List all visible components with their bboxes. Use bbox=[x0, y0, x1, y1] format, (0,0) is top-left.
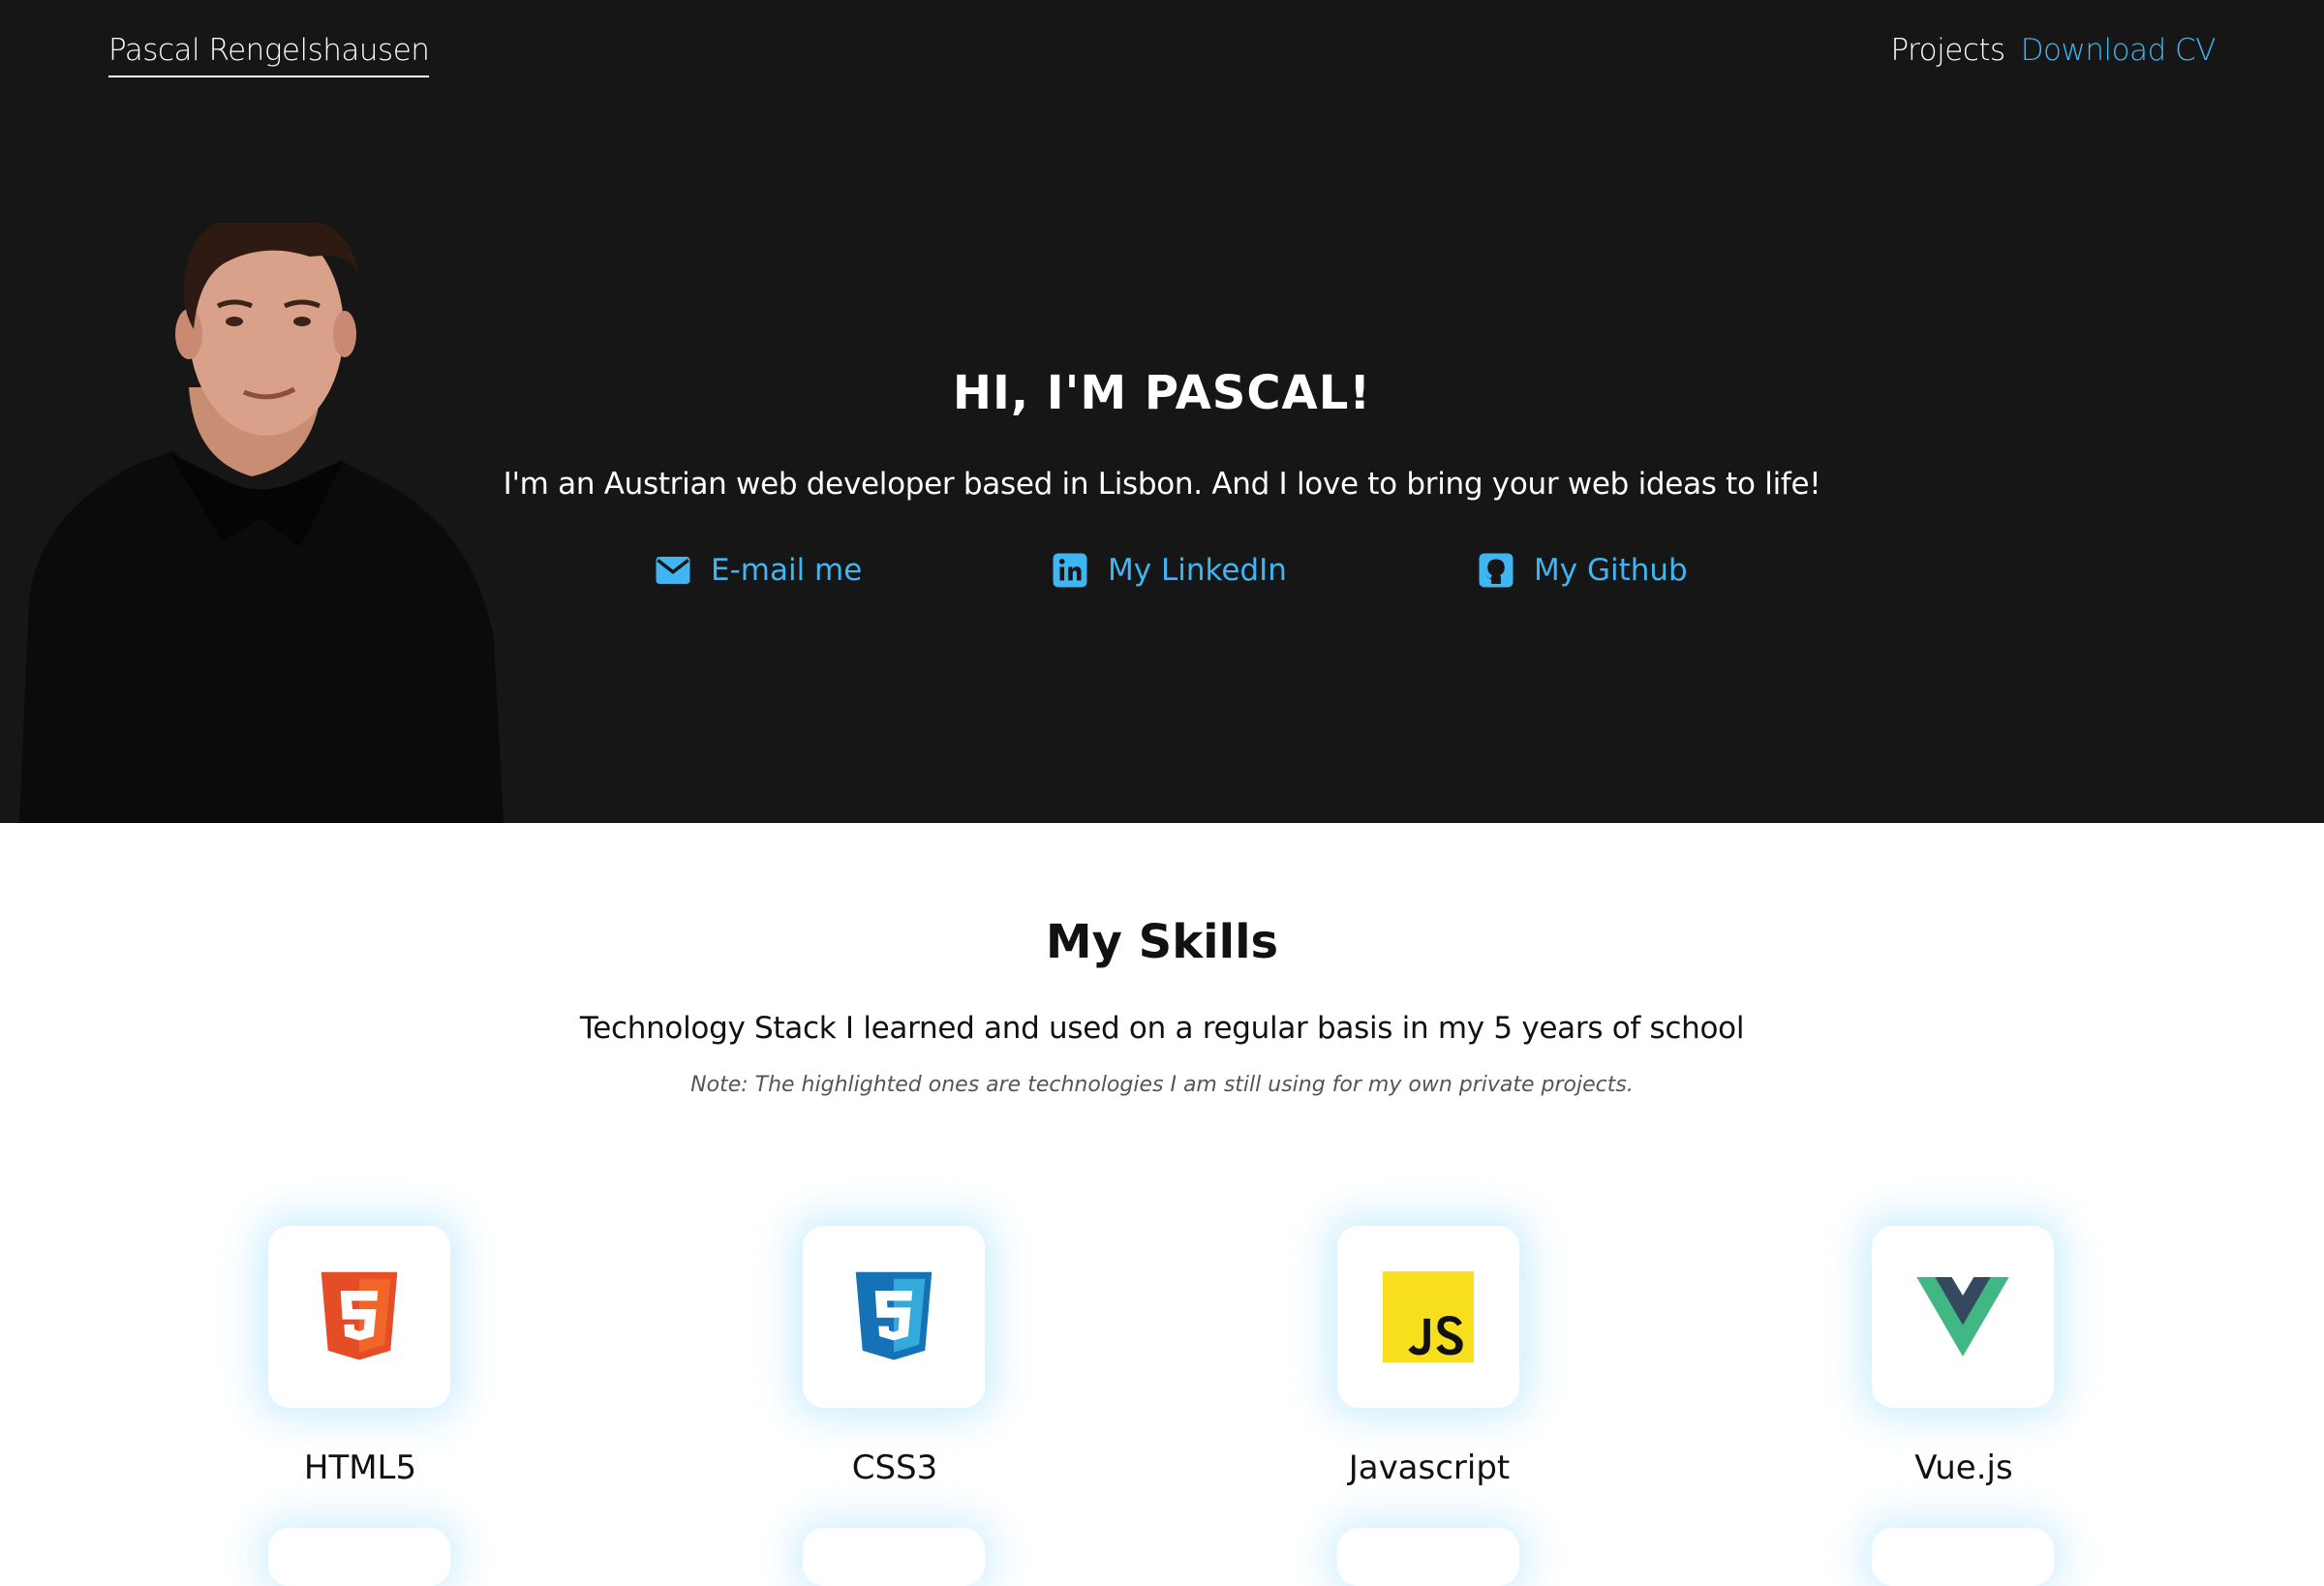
skill-label: HTML5 bbox=[303, 1449, 417, 1487]
skill-card-next-row bbox=[1872, 1528, 2054, 1586]
skills-note: Note: The highlighted ones are technolog… bbox=[690, 1073, 1634, 1097]
skill-label: Javascript bbox=[1348, 1449, 1511, 1487]
skill-card-next-row bbox=[1337, 1528, 1519, 1586]
nav-download-cv-link[interactable]: Download CV bbox=[2021, 33, 2217, 68]
css3-icon bbox=[855, 1271, 933, 1360]
top-nav: Projects Download CV bbox=[1890, 33, 2216, 68]
skill-card-box bbox=[268, 1226, 450, 1408]
github-link[interactable]: My Github bbox=[1476, 550, 1688, 591]
skill-label: CSS3 bbox=[851, 1449, 938, 1487]
skill-card-box bbox=[803, 1226, 985, 1408]
skill-card-box bbox=[1872, 1226, 2054, 1408]
github-icon bbox=[1476, 550, 1516, 591]
html5-icon bbox=[321, 1271, 398, 1360]
skills-title: My Skills bbox=[1045, 915, 1279, 969]
linkedin-icon bbox=[1050, 550, 1090, 591]
skills-subtitle: Technology Stack I learned and used on a… bbox=[579, 1011, 1745, 1046]
hero-title: HI, I'M PASCAL! bbox=[952, 366, 1372, 420]
email-link[interactable]: E-mail me bbox=[653, 550, 862, 591]
skill-label: Vue.js bbox=[1914, 1449, 2013, 1487]
email-link-label: E-mail me bbox=[711, 553, 863, 588]
skill-card-next-row bbox=[803, 1528, 985, 1586]
skill-card-html5: HTML5 bbox=[268, 1226, 452, 1487]
github-link-label: My Github bbox=[1534, 553, 1688, 588]
hero-section: Pascal Rengelshausen Projects Download C… bbox=[0, 0, 2324, 823]
skill-card-box bbox=[1337, 1226, 1519, 1408]
javascript-icon bbox=[1383, 1271, 1474, 1362]
mail-icon bbox=[653, 550, 693, 591]
linkedin-link-label: My LinkedIn bbox=[1108, 553, 1287, 588]
brand-link[interactable]: Pascal Rengelshausen bbox=[108, 33, 430, 77]
skill-card-vuejs: Vue.js bbox=[1872, 1226, 2056, 1487]
skill-card-next-row bbox=[268, 1528, 450, 1586]
hero-subtitle: I'm an Austrian web developer based in L… bbox=[503, 467, 1821, 502]
skill-card-css3: CSS3 bbox=[803, 1226, 987, 1487]
skill-card-javascript: Javascript bbox=[1337, 1226, 1521, 1487]
profile-photo bbox=[19, 223, 504, 823]
nav-projects-link[interactable]: Projects bbox=[1890, 33, 2005, 68]
linkedin-link[interactable]: My LinkedIn bbox=[1050, 550, 1287, 591]
vuejs-icon bbox=[1916, 1277, 2009, 1357]
